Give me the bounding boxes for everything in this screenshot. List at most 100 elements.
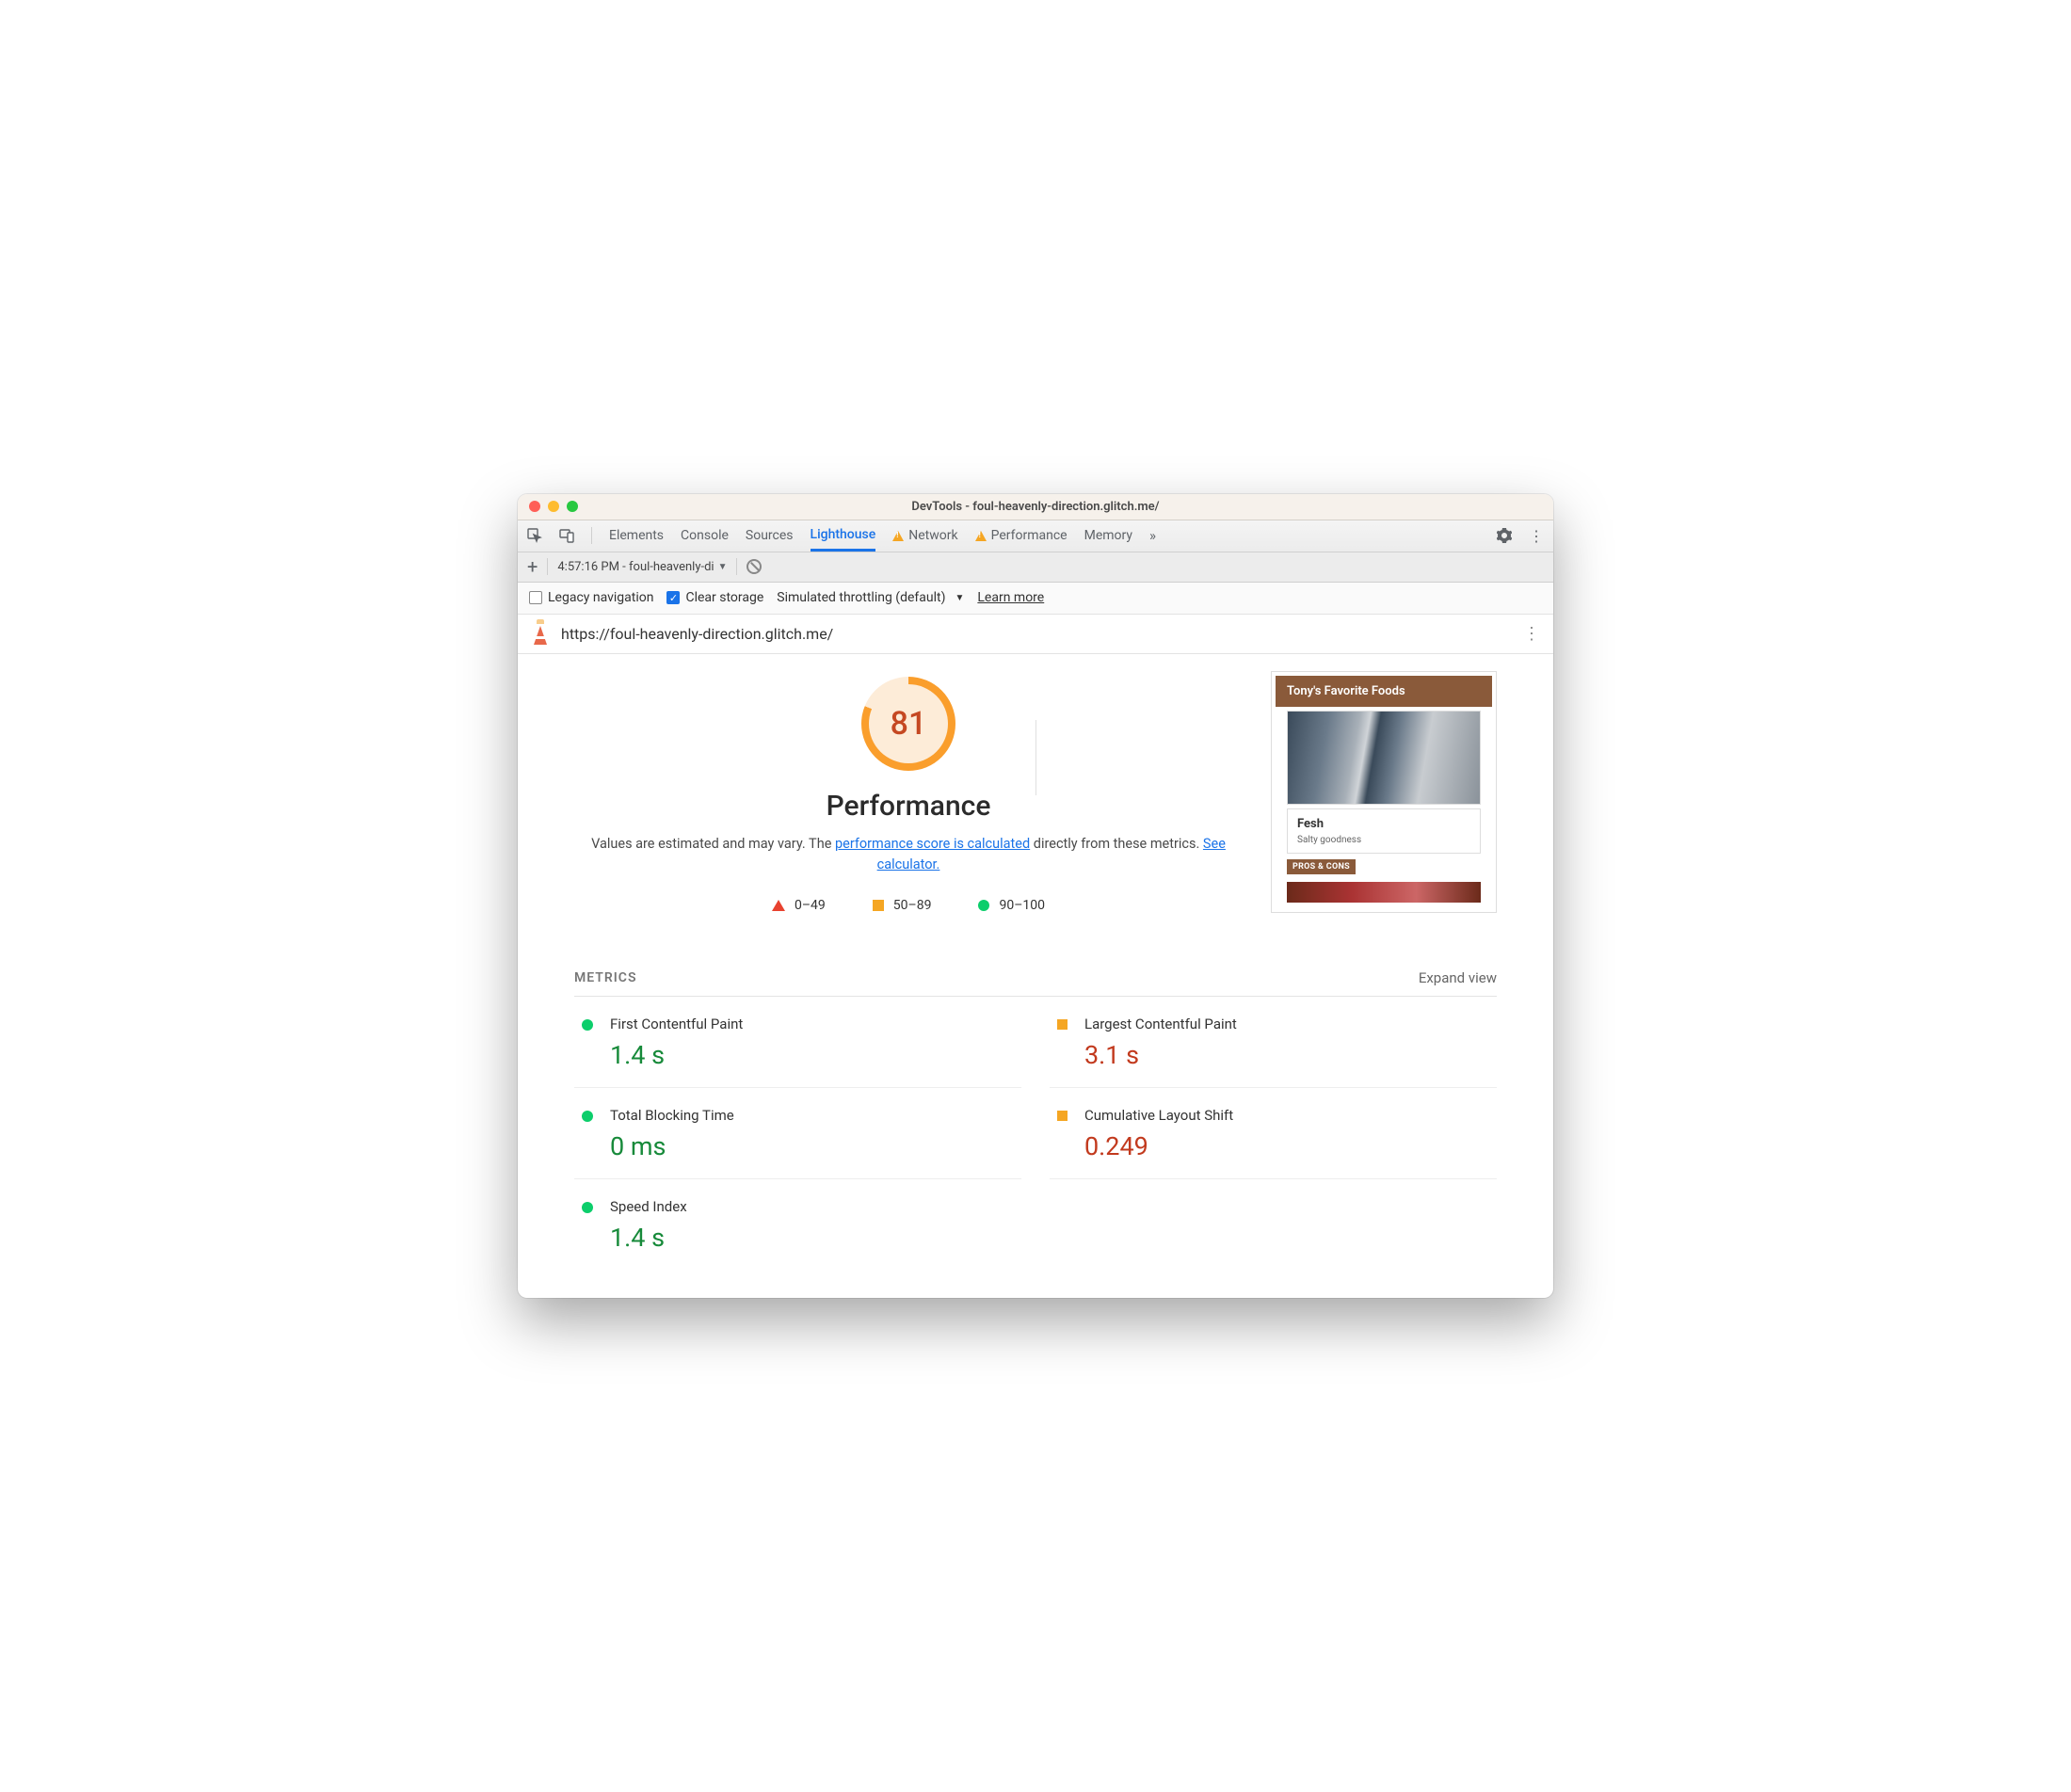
metric-value: 1.4 s	[610, 1223, 687, 1253]
preview-image-2	[1287, 882, 1481, 903]
triangle-red-icon	[772, 900, 785, 911]
square-orange-icon	[873, 900, 884, 911]
metric-tbt[interactable]: Total Blocking Time 0 ms	[574, 1088, 1021, 1179]
metric-name: Speed Index	[610, 1198, 687, 1215]
circle-green-icon	[582, 1019, 593, 1031]
divider	[547, 558, 548, 575]
settings-gear-icon[interactable]	[1497, 528, 1512, 543]
devtools-window: DevTools - foul-heavenly-direction.glitc…	[518, 494, 1553, 1299]
device-toolbar-icon[interactable]	[559, 528, 574, 543]
metric-name: Largest Contentful Paint	[1084, 1016, 1237, 1032]
preview-card-title: Fesh	[1297, 817, 1470, 831]
expand-view-toggle[interactable]: Expand view	[1419, 969, 1497, 986]
score-column: 81 Performance Values are estimated and …	[574, 671, 1243, 914]
tab-performance-label: Performance	[991, 528, 1068, 543]
metric-value: 0.249	[1084, 1131, 1233, 1161]
divider	[591, 527, 592, 544]
checkbox-unchecked-icon	[529, 591, 542, 604]
minimize-window-button[interactable]	[548, 501, 559, 512]
inspect-element-icon[interactable]	[527, 528, 542, 543]
legend-pass-label: 90–100	[999, 898, 1045, 913]
metric-value: 3.1 s	[1084, 1040, 1237, 1070]
legend-fail-label: 0–49	[795, 898, 826, 913]
report-header: https://foul-heavenly-direction.glitch.m…	[518, 615, 1553, 654]
preview-header: Tony's Favorite Foods	[1276, 676, 1492, 707]
titlebar: DevTools - foul-heavenly-direction.glitc…	[518, 494, 1553, 520]
score-calc-link[interactable]: performance score is calculated	[835, 836, 1030, 852]
new-report-button[interactable]: +	[527, 557, 538, 576]
score-legend: 0–49 50–89 90–100	[574, 898, 1243, 913]
metric-si[interactable]: Speed Index 1.4 s	[574, 1179, 1021, 1270]
preview-image	[1287, 711, 1481, 805]
window-title: DevTools - foul-heavenly-direction.glitc…	[518, 500, 1553, 514]
legacy-nav-option[interactable]: Legacy navigation	[529, 590, 653, 605]
legend-pass: 90–100	[978, 898, 1045, 913]
preview-button: PROS & CONS	[1287, 859, 1356, 874]
desc-text-2: directly from these metrics.	[1030, 836, 1203, 852]
score-description: Values are estimated and may vary. The p…	[574, 834, 1243, 876]
throttling-label: Simulated throttling (default)	[777, 590, 945, 605]
metric-value: 1.4 s	[610, 1040, 743, 1070]
square-orange-icon	[1057, 1111, 1068, 1121]
metric-cls[interactable]: Cumulative Layout Shift 0.249	[1050, 1088, 1497, 1179]
metric-value: 0 ms	[610, 1131, 734, 1161]
clear-storage-option[interactable]: ✓ Clear storage	[666, 590, 763, 605]
preview-card: Fesh Salty goodness	[1287, 808, 1481, 854]
tab-memory[interactable]: Memory	[1084, 520, 1132, 552]
legend-average-label: 50–89	[893, 898, 932, 913]
clear-storage-label: Clear storage	[685, 590, 763, 605]
metric-name: Total Blocking Time	[610, 1107, 734, 1124]
throttling-selector[interactable]: Simulated throttling (default) ▼	[777, 590, 964, 605]
traffic-lights	[529, 501, 578, 512]
close-window-button[interactable]	[529, 501, 540, 512]
square-orange-icon	[1057, 1019, 1068, 1030]
warning-icon	[975, 531, 987, 541]
preview-card-subtitle: Salty goodness	[1297, 835, 1470, 845]
checkbox-checked-icon: ✓	[666, 591, 680, 604]
metric-lcp[interactable]: Largest Contentful Paint 3.1 s	[1050, 997, 1497, 1088]
circle-green-icon	[582, 1202, 593, 1213]
legend-fail: 0–49	[772, 898, 826, 913]
chevron-down-icon: ▼	[955, 593, 964, 603]
more-tabs-icon[interactable]: »	[1149, 527, 1156, 544]
warning-icon	[892, 531, 904, 541]
lighthouse-toolbar: + 4:57:16 PM - foul-heavenly-di ▼	[518, 552, 1553, 583]
divider	[736, 558, 737, 575]
report-menu-icon[interactable]: ⋮	[1523, 624, 1540, 644]
maximize-window-button[interactable]	[567, 501, 578, 512]
tab-performance[interactable]: Performance	[975, 520, 1068, 552]
circle-green-icon	[582, 1111, 593, 1122]
tab-console[interactable]: Console	[681, 520, 729, 552]
circle-green-icon	[978, 900, 989, 911]
kebab-menu-icon[interactable]: ⋮	[1529, 527, 1544, 545]
performance-gauge[interactable]: 81	[861, 677, 955, 771]
panel-tabstrip: Elements Console Sources Lighthouse Netw…	[518, 520, 1553, 552]
report-url: https://foul-heavenly-direction.glitch.m…	[561, 625, 1512, 643]
lighthouse-icon	[531, 622, 550, 645]
page-screenshot-preview: Tony's Favorite Foods Fesh Salty goodnes…	[1271, 671, 1497, 914]
metric-name: First Contentful Paint	[610, 1016, 743, 1032]
legacy-nav-label: Legacy navigation	[548, 590, 653, 605]
tab-sources[interactable]: Sources	[746, 520, 794, 552]
legend-average: 50–89	[873, 898, 932, 913]
tab-lighthouse[interactable]: Lighthouse	[811, 520, 876, 552]
lighthouse-settings-bar: Legacy navigation ✓ Clear storage Simula…	[518, 583, 1553, 615]
report-summary: 81 Performance Values are estimated and …	[518, 654, 1553, 923]
tab-network-label: Network	[908, 528, 957, 543]
clear-icon[interactable]	[747, 559, 762, 574]
desc-text-1: Values are estimated and may vary. The	[591, 836, 835, 852]
metrics-heading: METRICS	[574, 970, 637, 985]
performance-score: 81	[869, 684, 948, 763]
metrics-section: METRICS Expand view First Contentful Pai…	[518, 922, 1553, 1298]
tab-network[interactable]: Network	[892, 520, 957, 552]
metric-name: Cumulative Layout Shift	[1084, 1107, 1233, 1124]
metrics-header-row: METRICS Expand view	[574, 969, 1497, 997]
chevron-down-icon: ▼	[718, 562, 728, 572]
category-title: Performance	[574, 790, 1243, 823]
report-selector[interactable]: 4:57:16 PM - foul-heavenly-di ▼	[557, 560, 727, 574]
metric-fcp[interactable]: First Contentful Paint 1.4 s	[574, 997, 1021, 1088]
metrics-grid: First Contentful Paint 1.4 s Largest Con…	[574, 997, 1497, 1270]
tab-elements[interactable]: Elements	[609, 520, 664, 552]
learn-more-link[interactable]: Learn more	[977, 590, 1044, 605]
report-selector-label: 4:57:16 PM - foul-heavenly-di	[557, 560, 714, 574]
